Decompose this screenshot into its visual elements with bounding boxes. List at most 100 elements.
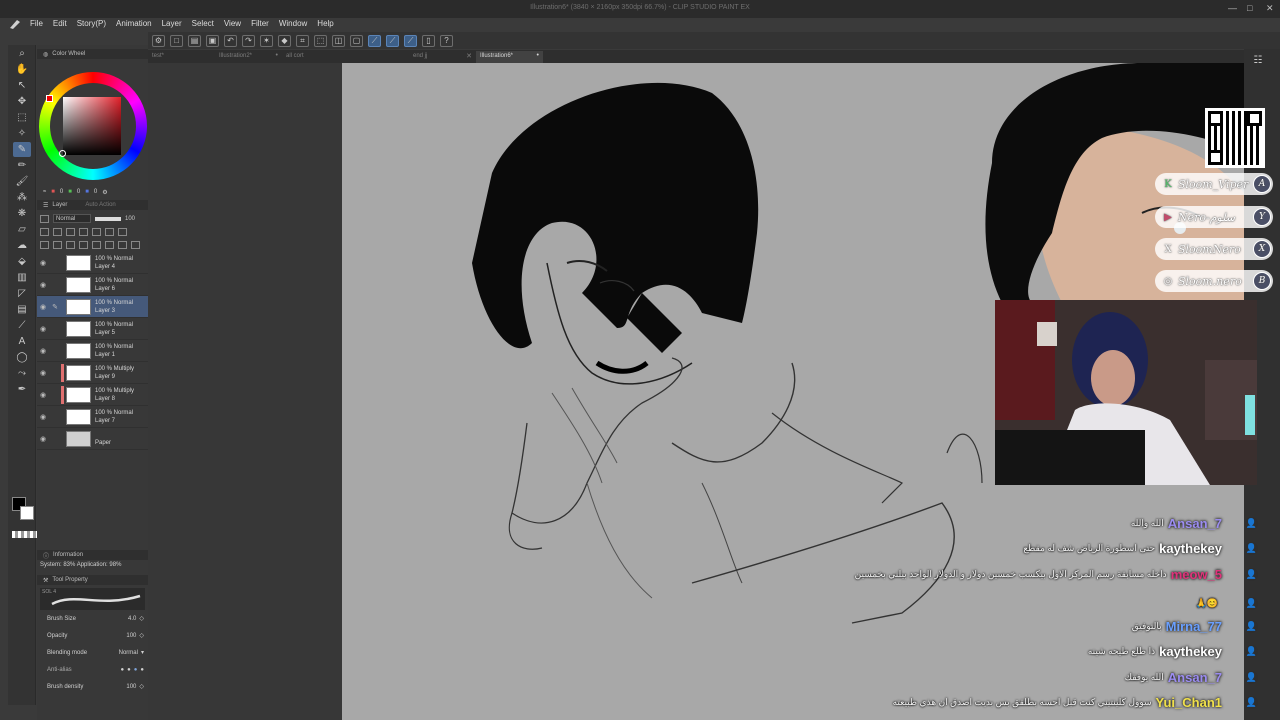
mask-icon[interactable] [105, 227, 114, 236]
visibility-eye-icon[interactable]: ◉ [37, 303, 49, 311]
snap-grid-icon[interactable]: ⟋ [404, 34, 417, 47]
new-vector-icon[interactable] [53, 240, 62, 249]
apply-mask-icon[interactable] [118, 240, 127, 249]
antialias-row[interactable]: Anti-alias ● ● ● ● [37, 661, 148, 678]
minimize-button[interactable]: — [1228, 3, 1237, 13]
brush-density-value[interactable]: 100 [126, 684, 136, 690]
blend-mode-select[interactable]: Normal [53, 214, 91, 223]
brush-size-row[interactable]: Brush Size 4.0 ◇ [37, 610, 148, 627]
lock-alpha-icon[interactable] [53, 227, 62, 236]
eraser-tool-icon[interactable]: ▱ [13, 222, 31, 237]
auto-action-tab[interactable]: Auto Action [85, 202, 115, 208]
panel-title[interactable]: Layer [52, 202, 67, 208]
transfer-down-icon[interactable] [79, 240, 88, 249]
layer-row[interactable]: ◉ 100 % Multiply Layer 8 [37, 384, 148, 406]
antialias-none-icon[interactable]: ● [121, 667, 125, 673]
dropdown-icon[interactable]: ▾ [141, 649, 144, 656]
balloon-tool-icon[interactable]: ◯ [13, 350, 31, 365]
menu-file[interactable]: File [25, 18, 48, 32]
opacity-row[interactable]: Opacity 100 ◇ [37, 627, 148, 644]
sub-color-swatch[interactable] [20, 506, 34, 520]
maximize-button[interactable]: □ [1247, 3, 1252, 13]
layer-row[interactable]: ◉ 100 % Normal Layer 1 [37, 340, 148, 362]
tab-end-jj[interactable]: end jj ✕ [409, 51, 476, 63]
sv-cursor[interactable] [59, 150, 66, 157]
open-file-icon[interactable]: ▤ [188, 34, 201, 47]
companion-icon[interactable]: ▯ [422, 34, 435, 47]
palette-color-icon[interactable] [92, 227, 101, 236]
visibility-eye-icon[interactable]: ◉ [37, 413, 49, 421]
ruler-tool-icon[interactable]: ⟋ [13, 318, 31, 333]
fill-tool-icon[interactable]: ⬙ [13, 254, 31, 269]
clear-icon[interactable]: ✶ [260, 34, 273, 47]
visibility-eye-icon[interactable]: ◉ [37, 259, 49, 267]
panel-title[interactable]: Information [53, 552, 83, 558]
tab-all-cort[interactable]: all cort [282, 51, 349, 63]
menu-layer[interactable]: Layer [157, 18, 187, 32]
figure-tool-icon[interactable]: ◸ [13, 286, 31, 301]
layer-row[interactable]: ◉ ✎ 100 % Normal Layer 3 [37, 296, 148, 318]
transparent-color-swatch[interactable] [12, 531, 40, 538]
tab-illustration2[interactable]: Illustration2* • [215, 51, 282, 63]
transform-icon[interactable]: ◆ [278, 34, 291, 47]
menu-help[interactable]: Help [312, 18, 338, 32]
menu-filter[interactable]: Filter [246, 18, 274, 32]
menu-window[interactable]: Window [274, 18, 312, 32]
save-icon[interactable]: ▣ [206, 34, 219, 47]
antialias-strong-icon[interactable]: ● [140, 667, 144, 673]
layer-mask-icon[interactable] [105, 240, 114, 249]
redo-icon[interactable]: ↷ [242, 34, 255, 47]
hand-tool-icon[interactable]: ✋ [13, 62, 31, 77]
close-button[interactable]: ✕ [1266, 3, 1274, 14]
merge-icon[interactable] [92, 240, 101, 249]
stepper-icon[interactable]: ◇ [139, 683, 144, 690]
snap-special-ruler-icon[interactable]: ⟋ [386, 34, 399, 47]
ruler-icon[interactable] [118, 227, 127, 236]
menu-view[interactable]: View [219, 18, 246, 32]
layer-row[interactable]: ◉ 100 % Normal Layer 4 [37, 252, 148, 274]
edit-pen-icon[interactable]: ✎ [49, 303, 61, 311]
menu-animation[interactable]: Animation [111, 18, 157, 32]
delete-layer-icon[interactable] [131, 240, 140, 249]
antialias-medium-icon[interactable]: ● [134, 667, 138, 673]
stepper-icon[interactable]: ◇ [139, 632, 144, 639]
visibility-eye-icon[interactable]: ◉ [37, 281, 49, 289]
visibility-eye-icon[interactable]: ◉ [37, 369, 49, 377]
tab-test[interactable]: test* [148, 51, 215, 63]
airbrush-tool-icon[interactable]: ⁂ [13, 190, 31, 205]
brush-size-value[interactable]: 4.0 [128, 616, 136, 622]
reference-icon[interactable] [66, 227, 75, 236]
stepper-icon[interactable]: ◇ [139, 615, 144, 622]
brush-density-row[interactable]: Brush density 100 ◇ [37, 678, 148, 695]
layer-row[interactable]: ◉ 100 % Normal Layer 7 [37, 406, 148, 428]
eyedropper-tool-icon[interactable]: ✒ [13, 382, 31, 397]
move-tool-icon[interactable]: ✥ [13, 94, 31, 109]
operation-tool-icon[interactable]: ↖ [13, 78, 31, 93]
show-selection-icon[interactable]: ▢ [350, 34, 363, 47]
crop-icon[interactable]: ⌗ [296, 34, 309, 47]
new-file-icon[interactable]: □ [170, 34, 183, 47]
app-settings-icon[interactable]: ⚙ [152, 34, 165, 47]
visibility-eye-icon[interactable]: ◉ [37, 325, 49, 333]
gradient-tool-icon[interactable]: ▥ [13, 270, 31, 285]
tab-close-icon[interactable]: • [276, 52, 278, 59]
material-icon[interactable]: ☷ [1249, 53, 1267, 68]
lock-icon[interactable] [40, 227, 49, 236]
tab-illustration6[interactable]: Illustration6* • [476, 51, 543, 63]
layer-row[interactable]: ◉ Paper [37, 428, 148, 450]
clip-toggle-icon[interactable] [40, 214, 49, 223]
pencil-tool-icon[interactable]: ✏ [13, 158, 31, 173]
brush-tool-icon[interactable]: 🖌 [13, 174, 31, 189]
visibility-eye-icon[interactable]: ◉ [37, 391, 49, 399]
invert-selection-icon[interactable]: ◫ [332, 34, 345, 47]
tab-close-icon[interactable]: • [537, 52, 539, 59]
new-layer-icon[interactable] [40, 240, 49, 249]
layer-row[interactable]: ◉ 100 % Multiply Layer 9 [37, 362, 148, 384]
menu-story[interactable]: Story(P) [72, 18, 111, 32]
blend-tool-icon[interactable]: ☁ [13, 238, 31, 253]
blending-mode-value[interactable]: Normal [119, 650, 138, 656]
color-settings-icon[interactable]: ⚙ [102, 189, 107, 196]
antialias-weak-icon[interactable]: ● [127, 667, 131, 673]
panel-title[interactable]: Tool Property [52, 577, 87, 583]
magnify-tool-icon[interactable]: ⌕ [13, 46, 31, 61]
